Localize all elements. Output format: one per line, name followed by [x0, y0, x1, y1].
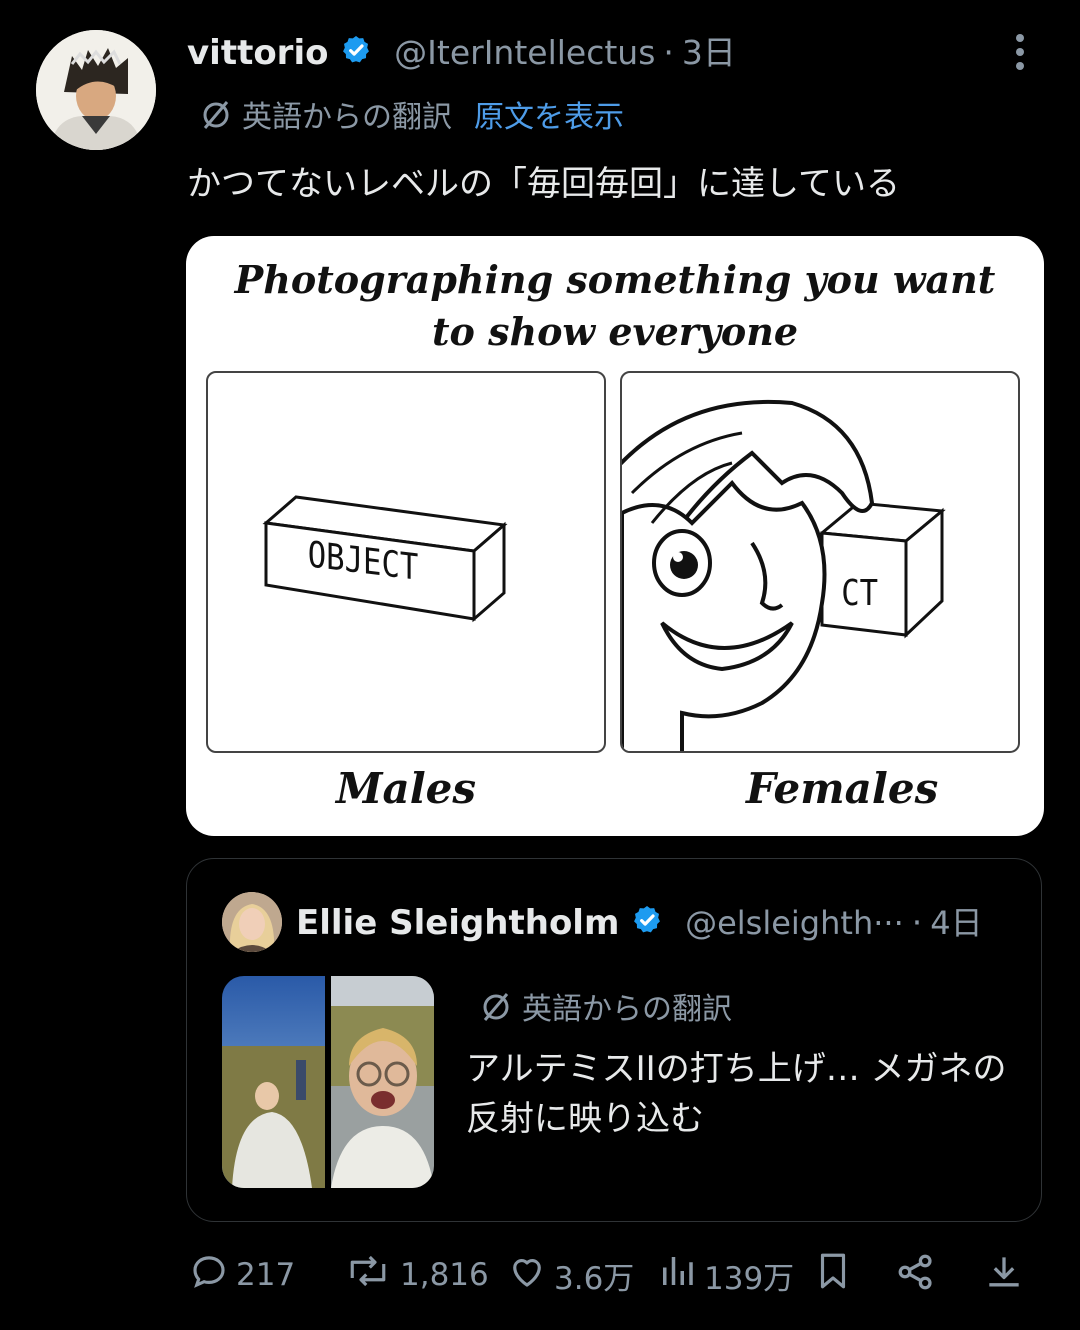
reply-button[interactable]: 217	[188, 1250, 295, 1300]
download-icon	[982, 1250, 1032, 1302]
translate-icon	[198, 97, 234, 141]
caption-females: Females	[746, 764, 939, 813]
share-icon	[894, 1250, 944, 1302]
separator-dot: ·	[911, 903, 923, 942]
author-handle[interactable]: @IterIntellectus	[394, 33, 655, 72]
repost-count: 1,816	[400, 1257, 489, 1293]
translate-icon	[478, 989, 514, 1033]
repost-button[interactable]: 1,816	[342, 1250, 489, 1300]
quoted-translation-label: 英語からの翻訳	[522, 992, 732, 1027]
show-original-link[interactable]: 原文を表示	[474, 100, 624, 135]
share-button[interactable]	[894, 1250, 944, 1302]
action-bar: 217 1,816 3.6万 139万	[0, 1250, 1080, 1310]
verified-icon	[340, 34, 372, 75]
quoted-image-2[interactable]	[331, 976, 434, 1188]
translation-row: 英語からの翻訳 原文を表示	[198, 92, 624, 141]
like-button[interactable]: 3.6万	[506, 1250, 634, 1300]
comic-panel-right: CT	[620, 371, 1020, 753]
verified-icon	[631, 904, 663, 945]
post-time[interactable]: 3日	[682, 33, 736, 72]
views-icon	[656, 1250, 704, 1300]
author-avatar[interactable]	[36, 30, 156, 150]
reply-count: 217	[236, 1257, 296, 1293]
quoted-author-handle[interactable]: @elsleighth···	[685, 904, 904, 942]
views-button[interactable]: 139万	[656, 1250, 794, 1300]
like-count: 3.6万	[554, 1260, 635, 1297]
quoted-post-time[interactable]: 4日	[930, 904, 982, 942]
caption-males: Males	[336, 764, 477, 813]
reply-icon	[188, 1250, 236, 1300]
quoted-text: アルテミスIIの打ち上げ… メガネの反射に映り込む	[466, 1049, 1007, 1139]
comic-title: Photographing something you want to show…	[186, 254, 1044, 358]
author-name[interactable]: vittorio	[187, 33, 328, 73]
quoted-header: Ellie Sleightholm @elsleighth··· · 4日	[296, 898, 983, 945]
separator-dot: ·	[663, 33, 674, 72]
post-header: vittorio @IterIntellectus · 3日	[187, 26, 736, 75]
views-count: 139万	[704, 1260, 795, 1297]
post-text: かつてないレベルの「毎回毎回」に達している	[187, 164, 900, 204]
comic-title-line1: Photographing something you want	[234, 257, 996, 302]
comic-panel-left: OBJECT	[206, 371, 606, 753]
quoted-author-avatar[interactable]	[222, 892, 282, 952]
repost-icon	[342, 1250, 400, 1300]
quoted-translation-row: 英語からの翻訳	[478, 984, 732, 1033]
more-icon[interactable]	[1010, 34, 1030, 74]
quoted-image-1[interactable]	[222, 976, 325, 1188]
translation-label: 英語からの翻訳	[242, 100, 452, 135]
post-image[interactable]: Photographing something you want to show…	[186, 236, 1044, 836]
bookmark-icon	[812, 1250, 860, 1300]
like-icon	[506, 1250, 554, 1300]
bookmark-button[interactable]	[812, 1250, 860, 1300]
comic-title-line2: to show everyone	[431, 309, 799, 354]
object-label-partial: CT	[841, 573, 879, 614]
download-button[interactable]	[982, 1250, 1032, 1302]
quoted-author-name[interactable]: Ellie Sleightholm	[296, 903, 619, 943]
